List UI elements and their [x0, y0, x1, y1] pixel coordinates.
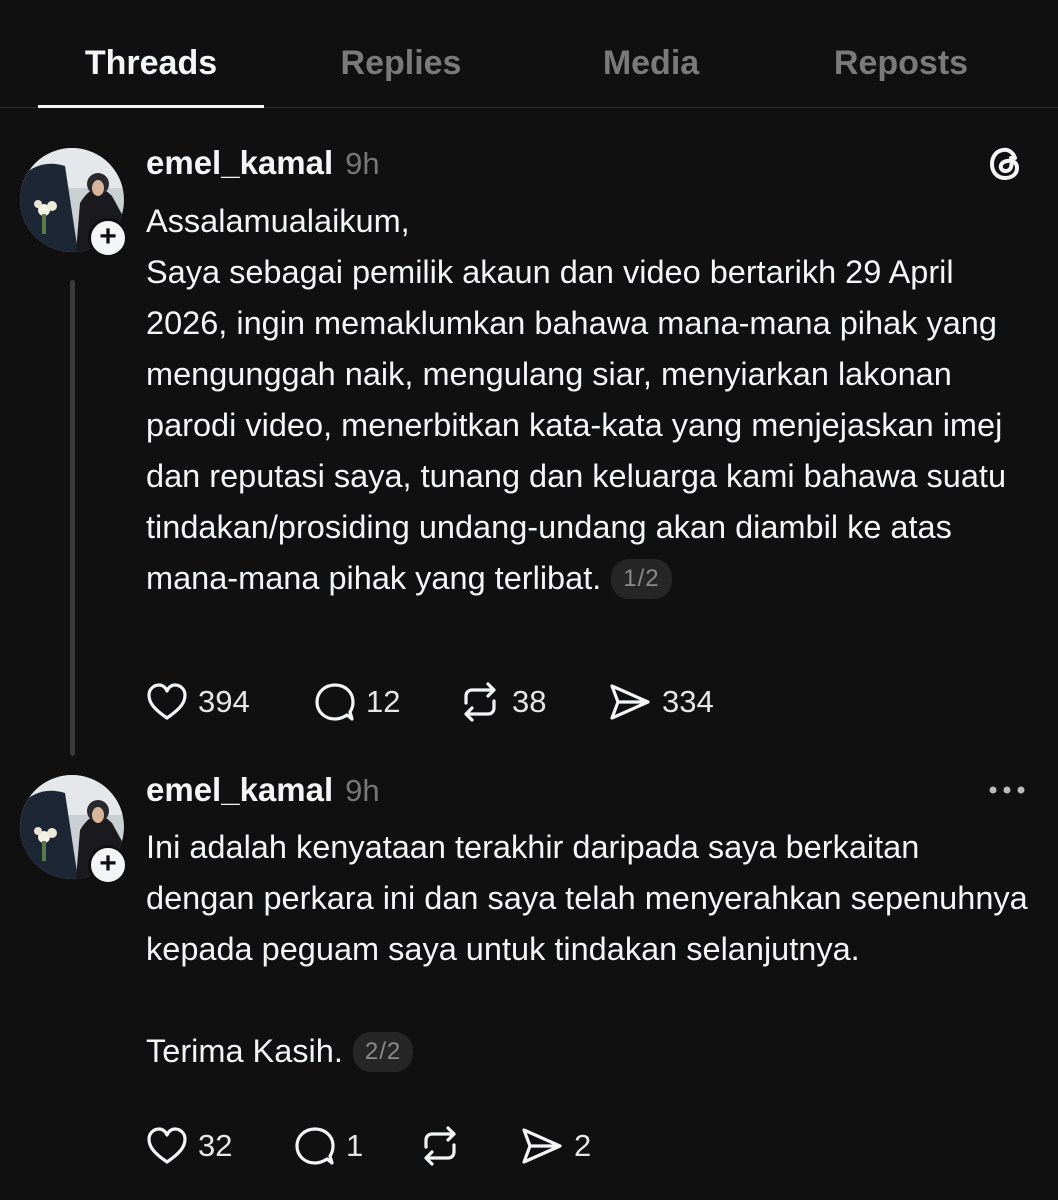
- like-count: 394: [198, 684, 250, 719]
- heart-icon: [146, 682, 188, 722]
- username[interactable]: emel_kamal: [146, 144, 333, 182]
- thread-page-indicator: 1/2: [611, 559, 672, 599]
- send-icon: [520, 1126, 564, 1166]
- repost-icon: [458, 681, 502, 723]
- post-time: 9h: [345, 146, 380, 181]
- like-button[interactable]: 32: [146, 1126, 294, 1166]
- post-time: 9h: [345, 773, 380, 808]
- username[interactable]: emel_kamal: [146, 771, 333, 809]
- thread-connector-line: [70, 280, 75, 756]
- tab-media[interactable]: Media: [540, 44, 762, 83]
- active-tab-indicator: [38, 105, 264, 108]
- tab-replies[interactable]: Replies: [290, 44, 512, 83]
- heart-icon: [146, 1126, 188, 1166]
- like-button[interactable]: 394: [146, 682, 314, 722]
- profile-tabs: Threads Replies Media Reposts: [0, 0, 1058, 108]
- reply-button[interactable]: 12: [314, 681, 458, 723]
- post-header: emel_kamal 9h: [146, 144, 380, 182]
- comment-icon: [294, 1125, 336, 1167]
- thread-page-indicator: 2/2: [352, 1032, 414, 1072]
- repost-button[interactable]: 38: [458, 681, 608, 723]
- post-header: emel_kamal 9h: [146, 771, 380, 809]
- post-actions: 394 12 38 334: [146, 680, 714, 724]
- post-actions: 32 1 2: [146, 1124, 591, 1168]
- like-count: 32: [198, 1128, 233, 1163]
- tab-threads[interactable]: Threads: [38, 44, 264, 83]
- post-body: Assalamualaikum, Saya sebagai pemilik ak…: [146, 196, 1036, 604]
- repost-count: 38: [512, 684, 547, 719]
- send-icon: [608, 682, 652, 722]
- reply-count: 1: [346, 1128, 364, 1163]
- follow-plus-button[interactable]: +: [88, 845, 128, 885]
- share-button[interactable]: 2: [520, 1126, 591, 1166]
- post-body: Ini adalah kenyataan terakhir daripada s…: [146, 822, 1036, 1077]
- repost-button[interactable]: [418, 1125, 520, 1167]
- threads-logo-icon[interactable]: [986, 144, 1026, 189]
- share-button[interactable]: 334: [608, 682, 714, 722]
- repost-icon: [418, 1125, 462, 1167]
- follow-plus-button[interactable]: +: [88, 218, 128, 258]
- tab-reposts[interactable]: Reposts: [790, 44, 1012, 83]
- post-text: Ini adalah kenyataan terakhir daripada s…: [146, 829, 1028, 1069]
- post-text: Assalamualaikum, Saya sebagai pemilik ak…: [146, 203, 1007, 596]
- share-count: 2: [574, 1128, 592, 1163]
- comment-icon: [314, 681, 356, 723]
- share-count: 334: [662, 684, 714, 719]
- reply-count: 12: [366, 684, 401, 719]
- more-options-icon[interactable]: [986, 778, 1030, 807]
- reply-button[interactable]: 1: [294, 1125, 418, 1167]
